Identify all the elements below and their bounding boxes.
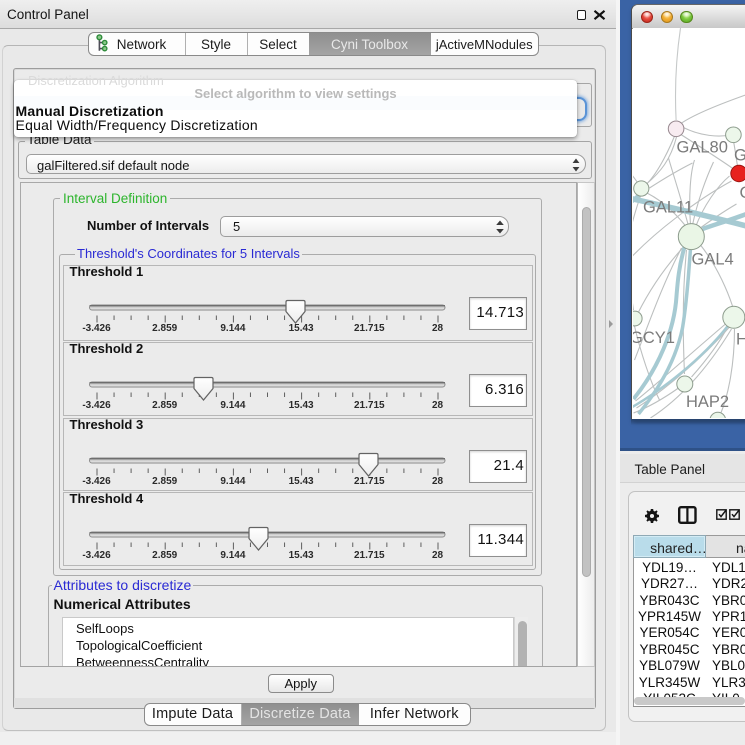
svg-text:HAP2: HAP2: [686, 393, 729, 411]
svg-text:15.43: 15.43: [288, 400, 313, 411]
svg-text:-3.426: -3.426: [82, 323, 111, 334]
svg-text:2.859: 2.859: [152, 550, 177, 561]
svg-text:21.715: 21.715: [354, 323, 385, 334]
svg-text:9.144: 9.144: [220, 323, 245, 334]
svg-text:28: 28: [431, 476, 443, 487]
svg-text:-3.426: -3.426: [82, 476, 111, 487]
svg-text:GAL4: GAL4: [691, 251, 733, 269]
svg-text:CDC: CDC: [739, 184, 745, 202]
svg-text:28: 28: [431, 323, 443, 334]
svg-text:GCY1: GCY1: [633, 329, 675, 347]
svg-text:9.144: 9.144: [220, 476, 245, 487]
svg-text:2.859: 2.859: [152, 400, 177, 411]
svg-text:9.144: 9.144: [220, 400, 245, 411]
svg-text:21.715: 21.715: [354, 476, 385, 487]
svg-text:9.144: 9.144: [220, 550, 245, 561]
svg-text:28: 28: [431, 550, 443, 561]
svg-text:21.715: 21.715: [354, 550, 385, 561]
svg-text:-3.426: -3.426: [82, 550, 111, 561]
svg-text:15.43: 15.43: [288, 323, 313, 334]
svg-text:GAL11: GAL11: [643, 199, 693, 217]
svg-text:2.859: 2.859: [152, 476, 177, 487]
svg-text:21.715: 21.715: [354, 400, 385, 411]
svg-text:GAL80: GAL80: [676, 139, 727, 157]
svg-text:-3.426: -3.426: [82, 400, 111, 411]
svg-text:28: 28: [431, 400, 443, 411]
svg-text:HIS: HIS: [736, 331, 745, 349]
svg-text:2.859: 2.859: [152, 323, 177, 334]
svg-text:15.43: 15.43: [288, 476, 313, 487]
svg-text:GAL7: GAL7: [734, 147, 745, 165]
svg-text:15.43: 15.43: [288, 550, 313, 561]
